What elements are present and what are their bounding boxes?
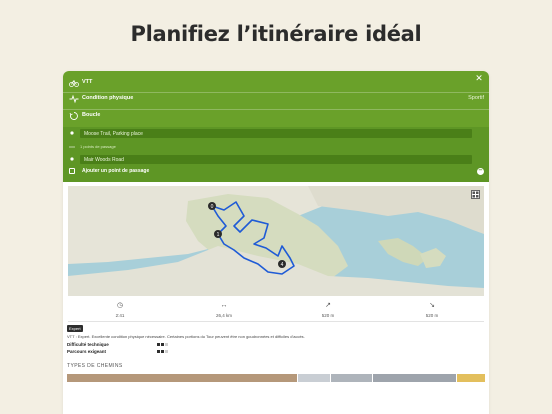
path-type-segment[interactable] xyxy=(455,374,485,382)
level-dot xyxy=(161,350,164,353)
fitness-demand-label: Parcours exigeant xyxy=(67,349,107,354)
stat-ascent: ↗ 520 m xyxy=(276,299,380,321)
path-type-segment[interactable] xyxy=(67,374,297,382)
path-type-segment[interactable] xyxy=(372,374,456,382)
end-value: Mair Woods Road xyxy=(84,156,124,163)
route-planner-card: VTT ✕ Condition physique Sportif Boucle xyxy=(63,71,489,414)
marker-start-label: 0 xyxy=(211,204,214,210)
ascent-value: 520 m xyxy=(321,313,335,318)
end-field[interactable]: Mair Woods Road xyxy=(80,155,472,164)
path-types-title: TYPES DE CHEMINS xyxy=(67,363,123,369)
end-point-icon xyxy=(70,157,74,161)
distance-icon: ↔ xyxy=(220,302,228,309)
duration-value: 2:41 xyxy=(115,313,125,318)
route-map[interactable]: 0 1 4 xyxy=(68,186,484,296)
loop-row[interactable]: Boucle xyxy=(63,108,489,125)
loop-label: Boucle xyxy=(82,112,101,118)
peninsula xyxy=(308,186,484,234)
route-stats: ◷ 2:41 ↔ 26,4 km ↗ 520 m ↘ 520 m xyxy=(68,299,484,321)
stat-descent: ↘ 520 m xyxy=(380,299,484,321)
route-points: Moose Trail, Parking place 1 points de p… xyxy=(63,127,489,182)
bike-icon xyxy=(69,80,79,87)
sport-row[interactable]: VTT xyxy=(63,75,489,92)
loop-icon xyxy=(69,112,78,120)
path-type-segment[interactable] xyxy=(296,374,331,382)
fitness-value: Sportif xyxy=(468,95,484,101)
island-small xyxy=(420,248,446,268)
stat-duration: ◷ 2:41 xyxy=(68,299,172,321)
add-waypoint-icon xyxy=(69,168,75,174)
collapse-icon[interactable]: – xyxy=(477,167,484,175)
path-type-segment[interactable] xyxy=(330,374,373,382)
descent-icon: ↘ xyxy=(429,302,435,309)
sport-label: VTT xyxy=(82,79,93,85)
difficulty-description: VTT : Expert. Excellente condition physi… xyxy=(67,334,305,339)
map-canvas: 0 1 4 xyxy=(68,186,484,296)
fitness-label: Condition physique xyxy=(82,95,134,101)
fitness-level-indicator xyxy=(157,350,168,353)
start-point-icon xyxy=(70,131,74,135)
descent-value: 520 m xyxy=(425,313,439,318)
level-dot xyxy=(165,350,168,353)
waypoints-count[interactable]: 1 points de passage xyxy=(80,144,116,149)
path-types-bar[interactable] xyxy=(67,374,485,382)
planner-panel: VTT ✕ Condition physique Sportif Boucle xyxy=(63,71,489,182)
divider xyxy=(68,321,484,322)
fitness-row[interactable]: Condition physique Sportif xyxy=(63,91,489,108)
stat-distance: ↔ 26,4 km xyxy=(172,299,276,321)
marker-end-label: 4 xyxy=(281,262,284,268)
pulse-icon xyxy=(69,94,79,104)
close-icon[interactable]: ✕ xyxy=(474,73,484,83)
clock-icon: ◷ xyxy=(116,302,124,309)
technical-label: Difficulté technique xyxy=(67,342,109,347)
waypoint-line-icon xyxy=(69,146,75,148)
level-dot xyxy=(157,350,160,353)
add-waypoint-button[interactable]: Ajouter un point de passage xyxy=(82,168,149,174)
island xyxy=(378,238,428,266)
level-dot xyxy=(165,343,168,346)
marker-waypoint-label: 1 xyxy=(217,232,220,238)
start-field[interactable]: Moose Trail, Parking place xyxy=(80,129,472,138)
start-value: Moose Trail, Parking place xyxy=(84,130,143,137)
level-dot xyxy=(157,343,160,346)
technical-level-indicator xyxy=(157,343,168,346)
page-headline: Planifiez l’itinéraire idéal xyxy=(130,22,422,46)
distance-value: 26,4 km xyxy=(215,313,232,318)
level-dot xyxy=(161,343,164,346)
ascent-icon: ↗ xyxy=(325,302,331,309)
difficulty-badge: Expert xyxy=(67,325,83,332)
fullscreen-icon[interactable] xyxy=(471,190,480,199)
expand-glyph xyxy=(472,191,479,198)
